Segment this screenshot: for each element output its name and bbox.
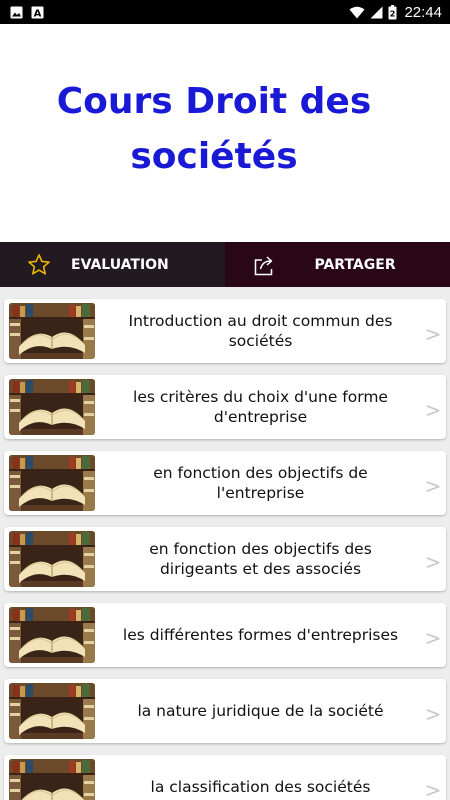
list-item-label: la nature juridique de la société [137, 702, 384, 720]
books-thumbnail [9, 379, 95, 435]
chevron-right-icon: > [424, 474, 442, 498]
list-item[interactable]: la nature juridique de la société > [4, 679, 446, 743]
list-item-label: la classification des sociétés [150, 778, 371, 796]
chevron-right-icon: > [424, 322, 442, 346]
share-icon [253, 254, 277, 276]
list-item-label: les critères du choix d'une forme d'entr… [133, 388, 388, 426]
app-title: Cours Droit des sociétés [56, 81, 372, 177]
books-thumbnail [9, 303, 95, 359]
books-thumbnail [9, 531, 95, 587]
status-bar: A 2 22:44 [0, 0, 450, 24]
list-item[interactable]: en fonction des objectifs de l'entrepris… [4, 451, 446, 515]
action-bar: EVALUATION PARTAGER [0, 242, 450, 287]
list-item[interactable]: Introduction au droit commun des société… [4, 299, 446, 363]
image-icon [10, 6, 23, 19]
status-right: 2 22:44 [349, 4, 442, 21]
text-a-icon: A [31, 6, 44, 19]
battery-icon: 2 [388, 4, 397, 20]
list-item[interactable]: en fonction des objectifs des dirigeants… [4, 527, 446, 591]
lesson-list: Introduction au droit commun des société… [0, 287, 450, 800]
chevron-right-icon: > [424, 778, 442, 800]
list-item-label: en fonction des objectifs de l'entrepris… [153, 464, 368, 502]
list-item[interactable]: les critères du choix d'une forme d'entr… [4, 375, 446, 439]
list-item-label: Introduction au droit commun des société… [128, 312, 393, 350]
star-icon [27, 253, 51, 277]
books-thumbnail [9, 759, 95, 800]
chevron-right-icon: > [424, 550, 442, 574]
books-thumbnail [9, 683, 95, 739]
chevron-right-icon: > [424, 702, 442, 726]
status-time: 22:44 [404, 3, 442, 21]
evaluation-label: EVALUATION [71, 256, 169, 273]
list-item-label: en fonction des objectifs des dirigeants… [149, 540, 372, 578]
chevron-right-icon: > [424, 398, 442, 422]
share-button[interactable]: PARTAGER [224, 242, 450, 287]
battery-level-text: 2 [390, 9, 396, 18]
books-thumbnail [9, 455, 95, 511]
share-label: PARTAGER [314, 256, 396, 273]
svg-text:A: A [34, 8, 42, 19]
list-item-label: les différentes formes d'entreprises [122, 626, 399, 644]
wifi-icon [349, 6, 365, 19]
chevron-right-icon: > [424, 626, 442, 650]
list-item[interactable]: la classification des sociétés > [4, 755, 446, 800]
evaluation-button[interactable]: EVALUATION [0, 242, 225, 287]
books-thumbnail [9, 607, 95, 663]
signal-icon [370, 6, 383, 19]
app-header: Cours Droit des sociétés [0, 24, 450, 242]
status-left: A [10, 6, 44, 19]
list-item[interactable]: les différentes formes d'entreprises > [4, 603, 446, 667]
